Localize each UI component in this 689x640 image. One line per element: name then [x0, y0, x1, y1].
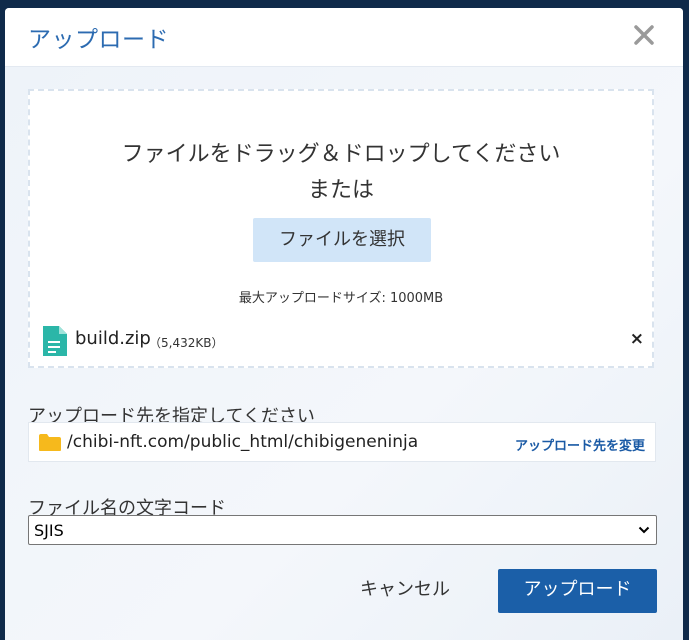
upload-dialog: アップロード ファイルをドラッグ＆ドロップしてください または ファイルを選択 … [5, 8, 683, 640]
select-file-button[interactable]: ファイルを選択 [253, 218, 431, 262]
file-icon [43, 326, 67, 356]
cancel-button[interactable]: キャンセル [345, 572, 465, 608]
max-upload-size: 最大アップロードサイズ: 1000MB [238, 291, 444, 306]
close-button[interactable] [631, 22, 657, 48]
encoding-select[interactable]: SJIS [28, 515, 657, 545]
file-name: build.zip [75, 328, 151, 349]
destination-field: /chibi-nft.com/public_html/chibigeneninj… [28, 422, 656, 462]
destination-path: /chibi-nft.com/public_html/chibigeneninj… [67, 432, 419, 452]
encoding-selected-value: SJIS [34, 521, 64, 540]
folder-icon [39, 434, 61, 451]
upload-button[interactable]: アップロード [498, 569, 657, 613]
drop-or-text: または [307, 178, 374, 203]
change-destination-link[interactable]: アップロード先を変更 [515, 435, 645, 454]
remove-file-icon[interactable]: × [630, 329, 644, 349]
drop-zone[interactable]: ファイルをドラッグ＆ドロップしてください または ファイルを選択 最大アップロー… [28, 89, 654, 368]
dialog-body: ファイルをドラッグ＆ドロップしてください または ファイルを選択 最大アップロー… [5, 67, 683, 640]
selected-file-row: build.zip （5,432KB） × [41, 323, 644, 359]
file-size: （5,432KB） [149, 336, 224, 350]
close-icon [634, 25, 654, 45]
dialog-title: アップロード [28, 27, 169, 53]
dialog-header: アップロード [5, 8, 683, 67]
chevron-down-icon [638, 526, 650, 534]
drop-instruction: ファイルをドラッグ＆ドロップしてください [121, 142, 561, 167]
